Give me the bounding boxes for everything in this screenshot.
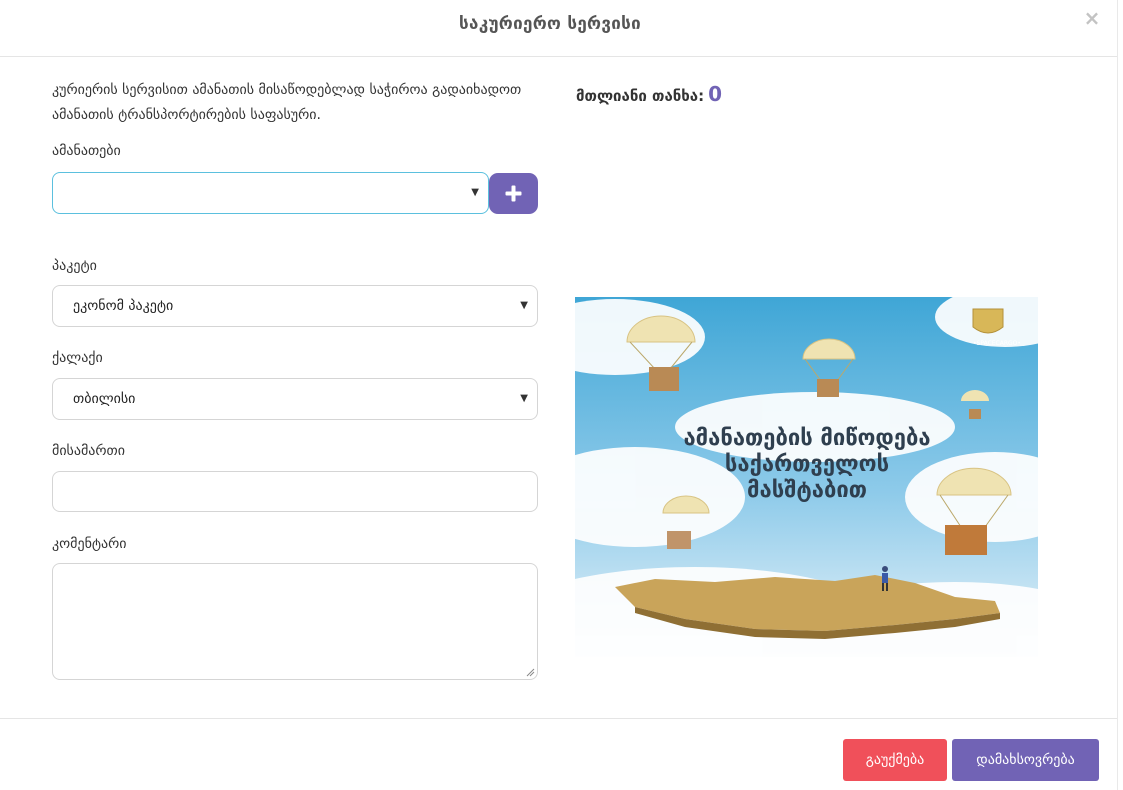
close-icon[interactable]: × <box>1083 8 1101 28</box>
promo-brand: •SPACECARGO• <box>973 340 1021 347</box>
city-select[interactable]: თბილისი ▼ <box>52 378 538 420</box>
address-input[interactable] <box>52 471 538 512</box>
intro-text: კურიერის სერვისით ამანათის მისაწოდებლად … <box>52 82 522 123</box>
total-label: მთლიანი თანხა: <box>576 87 705 105</box>
promo-headline-line3: მასშტაბით <box>747 478 867 503</box>
modal-header: საკურიერო სერვისი × <box>0 0 1117 57</box>
parcels-label: ამანათები <box>52 143 121 159</box>
city-label: ქალაქი <box>52 350 103 366</box>
address-label: მისამართი <box>52 443 126 459</box>
chevron-down-icon: ▼ <box>520 300 528 311</box>
city-select-value: თბილისი <box>73 391 136 407</box>
modal-title: საკურიერო სერვისი <box>459 14 641 34</box>
total-amount: მთლიანი თანხა: 0 <box>576 82 722 106</box>
resize-grip-icon[interactable] <box>525 667 535 677</box>
promo-headline-line2: საქართველოს <box>725 452 889 477</box>
modal-footer: გაუქმება დამახსოვრება <box>0 718 1117 790</box>
scrollbar[interactable] <box>1117 0 1123 790</box>
parcels-select[interactable]: ▼ <box>52 172 489 214</box>
chevron-down-icon: ▼ <box>520 393 528 404</box>
promo-banner-image: •SPACECARGO• ამანათების მიწოდება საქართვ… <box>575 297 1038 657</box>
spacecargo-logo-icon <box>972 308 1004 334</box>
plus-icon <box>505 185 522 202</box>
save-button[interactable]: დამახსოვრება <box>952 739 1099 781</box>
courier-service-modal: საკურიერო სერვისი × კურიერის სერვისით ამ… <box>0 0 1117 790</box>
package-select[interactable]: ეკონომ პაკეტი ▼ <box>52 285 538 327</box>
add-parcel-button[interactable] <box>489 173 538 214</box>
package-select-value: ეკონომ პაკეტი <box>73 298 174 314</box>
comment-textarea[interactable] <box>52 563 538 680</box>
promo-banner: •SPACECARGO• ამანათების მიწოდება საქართვ… <box>575 297 1038 657</box>
cancel-button[interactable]: გაუქმება <box>843 739 947 781</box>
total-value: 0 <box>708 82 723 106</box>
comment-label: კომენტარი <box>52 536 127 552</box>
package-label: პაკეტი <box>52 258 97 274</box>
chevron-down-icon: ▼ <box>471 187 479 198</box>
promo-headline-line1: ამანათების მიწოდება <box>683 426 930 451</box>
